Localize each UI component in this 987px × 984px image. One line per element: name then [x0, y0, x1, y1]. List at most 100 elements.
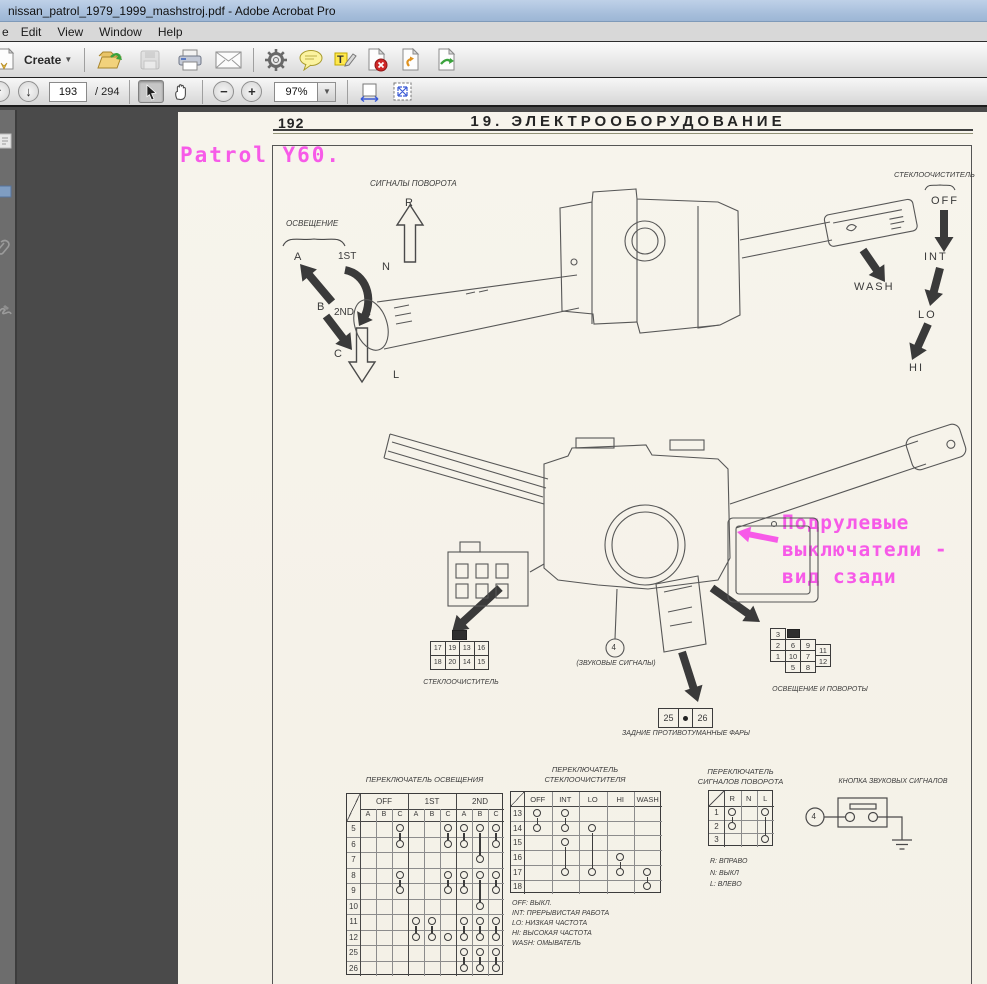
contact-mark	[443, 870, 452, 879]
table-row-label: 15	[513, 838, 522, 848]
menu-edit[interactable]: Edit	[13, 23, 50, 41]
table-row-label: 3	[714, 835, 719, 845]
legend-line: HI: ВЫСОКАЯ ЧАСТОТА	[512, 930, 592, 937]
contact-link	[447, 879, 449, 887]
create-pdf-icon[interactable]	[0, 47, 16, 73]
fit-page-button[interactable]	[390, 81, 414, 102]
contact-mark	[615, 852, 624, 861]
annotation-callout-line2[interactable]: выключатели -	[782, 538, 948, 561]
connector-pin: 8	[800, 661, 816, 673]
tools-button[interactable]	[262, 48, 290, 72]
annotation-callout-line1[interactable]: Подрулевые	[782, 511, 909, 534]
signatures-button[interactable]	[0, 302, 13, 318]
menu-e[interactable]: e	[0, 23, 13, 41]
table-row-label: 12	[349, 932, 358, 942]
zoom-level-input[interactable]	[274, 81, 319, 102]
horn-circuit-pin-number: 4	[811, 812, 816, 821]
save-icon	[140, 50, 160, 69]
horn-pin-number: 4	[611, 643, 616, 652]
light-switch-table: OFF 1ST 2ND A B C A B C A B C 5 6 7 8 9 10 11 12 25 26	[346, 793, 504, 976]
contact-mark	[588, 823, 597, 832]
contact-mark	[727, 808, 736, 817]
table-col-header: A	[461, 811, 467, 818]
contact-mark	[491, 870, 500, 879]
contact-mark	[443, 932, 452, 941]
comment-button[interactable]	[296, 49, 326, 71]
hand-icon	[175, 84, 187, 101]
wiper-switch-table: OFF INT LO HI WASH 13 14 15 16 17 18	[510, 791, 662, 895]
legend-line: L: ВЛЕВО	[710, 881, 742, 888]
share-button[interactable]	[432, 47, 462, 72]
attachments-button[interactable]	[0, 238, 13, 258]
turn-table-title-1: ПЕРЕКЛЮЧАТЕЛЬ	[707, 767, 774, 776]
table-col-header: HI	[616, 794, 625, 804]
menu-view[interactable]: View	[49, 23, 91, 41]
export-restore-button[interactable]	[396, 47, 426, 72]
scroll-mode-button[interactable]	[357, 82, 381, 102]
horn-note: (ЗВУКОВЫЕ СИГНАЛЫ)	[576, 660, 656, 667]
table-col-header: B	[381, 811, 387, 818]
table-row-label: 11	[349, 917, 358, 927]
contact-mark	[533, 808, 542, 817]
table-row-label: 9	[351, 886, 356, 896]
contact-mark	[560, 867, 569, 876]
wiper-title: СТЕКЛООЧИСТИТЕЛЬ	[894, 170, 975, 179]
hand-tool-button[interactable]	[168, 80, 194, 103]
wiper-int-label: INT	[924, 251, 948, 263]
bookmark-icon	[0, 185, 12, 198]
contact-link	[479, 833, 481, 856]
light-2nd-label: 2ND	[334, 307, 355, 318]
email-button[interactable]	[213, 51, 243, 69]
connector-pin: 18	[430, 655, 446, 670]
contact-link	[479, 879, 481, 902]
contact-link	[495, 879, 497, 887]
light-table-title: ПЕРЕКЛЮЧАТЕЛЬ ОСВЕЩЕНИЯ	[365, 775, 484, 784]
contact-mark	[475, 948, 484, 957]
contact-link	[463, 926, 465, 933]
contact-link	[495, 926, 497, 933]
zoom-in-button[interactable]: +	[241, 81, 263, 102]
annotation-callout-line3[interactable]: вид сзади	[782, 565, 897, 588]
table-col-header: OFF	[530, 794, 546, 804]
next-page-button[interactable]: ↓	[18, 81, 39, 102]
page-thumbnails-button[interactable]	[0, 132, 13, 150]
create-button[interactable]: Create ▼	[20, 53, 72, 67]
annotation-model[interactable]: Patrol Y60.	[180, 143, 341, 167]
table-row-label: 7	[351, 855, 356, 865]
contact-mark	[427, 917, 436, 926]
select-tool-button[interactable]	[138, 80, 165, 103]
contact-link	[479, 957, 481, 964]
menu-help[interactable]: Help	[150, 23, 191, 41]
zoom-dropdown-button[interactable]: ▼	[318, 81, 337, 102]
wiper-connector-latch	[452, 630, 467, 640]
previous-page-button[interactable]: ↑	[0, 81, 10, 102]
page-number-input[interactable]	[49, 81, 87, 102]
zoom-out-button[interactable]: −	[213, 81, 235, 102]
highlight-text-button[interactable]: T	[330, 49, 360, 71]
contact-mark	[443, 886, 452, 895]
turn-n-label: N	[382, 261, 390, 273]
wiper-off-label: OFF	[931, 195, 959, 207]
contact-link	[463, 879, 465, 887]
envelope-icon	[215, 51, 242, 68]
contact-mark	[475, 824, 484, 833]
save-button[interactable]	[135, 50, 165, 70]
light-b-label: B	[317, 301, 325, 313]
remove-page-button[interactable]	[362, 47, 392, 72]
contact-link	[431, 926, 433, 933]
bookmarks-button[interactable]	[0, 184, 13, 199]
page-count-label: / 294	[95, 85, 120, 98]
wiper-table-legend: OFF: ВЫКЛ. INT: ПРЕРЫВИСТАЯ РАБОТА LO: НИЗ…	[512, 899, 609, 949]
print-button[interactable]	[175, 49, 205, 71]
contact-link	[564, 847, 566, 868]
open-file-button[interactable]	[95, 49, 125, 71]
turn-r-label: R	[405, 197, 413, 209]
table-row-label: 5	[351, 824, 356, 834]
contact-mark	[459, 886, 468, 895]
fit-width-icon	[360, 83, 379, 102]
contact-mark	[459, 824, 468, 833]
menu-window[interactable]: Window	[91, 23, 150, 41]
chevron-down-icon: ▼	[64, 55, 73, 64]
title-bar[interactable]: nissan_patrol_1979_1999_mashstroj.pdf - …	[0, 0, 987, 22]
contact-link	[764, 817, 766, 836]
